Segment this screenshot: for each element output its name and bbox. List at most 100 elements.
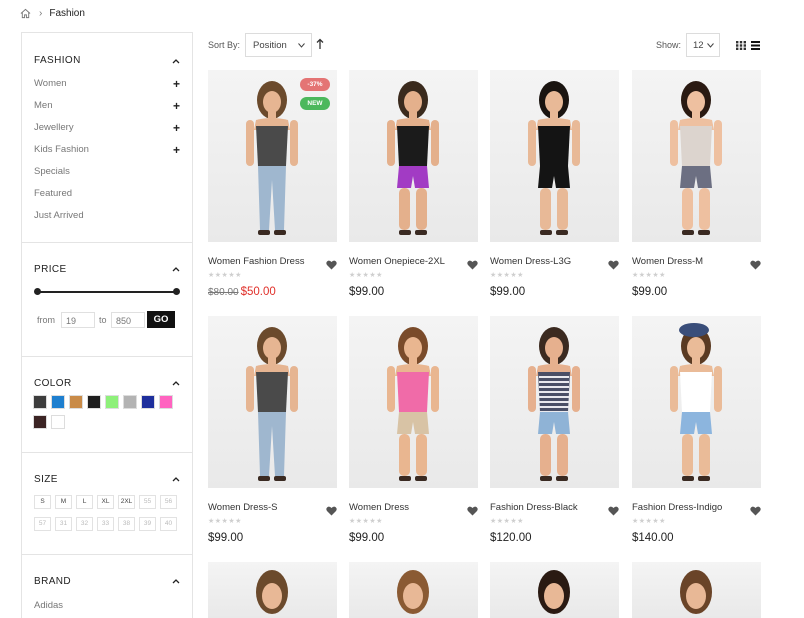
color-swatch[interactable] <box>33 395 47 409</box>
product-name[interactable]: Fashion Dress-Black <box>490 502 578 513</box>
size-option[interactable]: 40 <box>160 517 177 531</box>
list-view-icon[interactable] <box>751 41 760 50</box>
sort-direction-arrow-icon[interactable] <box>316 38 324 50</box>
category-item-featured[interactable]: Featured <box>34 188 180 202</box>
product-card[interactable]: Fashion Dress-Black ★★★★★ $120.00 <box>490 316 619 546</box>
product-name[interactable]: Women Dress-M <box>632 256 703 267</box>
heart-icon[interactable] <box>750 503 761 516</box>
sort-by-select[interactable]: Position <box>245 33 312 57</box>
size-option[interactable]: XL <box>97 495 114 509</box>
color-swatch[interactable] <box>51 395 65 409</box>
heart-icon[interactable] <box>608 503 619 516</box>
chevron-up-icon[interactable] <box>172 266 180 272</box>
color-swatch[interactable] <box>123 395 137 409</box>
size-option[interactable]: 2XL <box>118 495 135 509</box>
color-swatch[interactable] <box>51 415 65 429</box>
color-swatch[interactable] <box>141 395 155 409</box>
color-swatch[interactable] <box>105 395 119 409</box>
rating-stars: ★★★★★ <box>349 518 383 525</box>
product-image[interactable] <box>490 562 619 618</box>
plus-icon[interactable]: + <box>173 77 180 91</box>
brand-item-adidas[interactable]: Adidas <box>34 600 180 614</box>
sale-price: $50.00 <box>240 286 276 298</box>
chevron-down-icon <box>298 43 305 48</box>
size-option[interactable]: 33 <box>97 517 114 531</box>
grid-view-icon[interactable] <box>736 41 746 50</box>
product-name[interactable]: Women Onepiece-2XL <box>349 256 445 267</box>
rating-stars: ★★★★★ <box>349 272 383 279</box>
product-card[interactable]: Women Dress-S ★★★★★ $99.00 <box>208 316 337 546</box>
product-image[interactable] <box>490 70 619 242</box>
heart-icon[interactable] <box>326 503 337 516</box>
product-image[interactable] <box>208 316 337 488</box>
category-item-label: Jewellery <box>34 122 74 133</box>
product-name[interactable]: Women Dress-S <box>208 502 278 513</box>
category-item-men[interactable]: Men + <box>34 99 180 114</box>
size-option[interactable]: L <box>76 495 93 509</box>
product-image[interactable] <box>632 316 761 488</box>
product-name[interactable]: Women Dress <box>349 502 409 513</box>
price-slider-min-handle[interactable] <box>34 288 41 295</box>
color-swatch[interactable] <box>69 395 83 409</box>
category-item-jewellery[interactable]: Jewellery + <box>34 121 180 136</box>
chevron-up-icon[interactable] <box>172 476 180 482</box>
size-option[interactable]: 32 <box>76 517 93 531</box>
color-swatch[interactable] <box>33 415 47 429</box>
heart-icon[interactable] <box>326 257 337 270</box>
category-item-kids-fashion[interactable]: Kids Fashion + <box>34 143 180 158</box>
price-slider-max-handle[interactable] <box>173 288 180 295</box>
color-swatch[interactable] <box>159 395 173 409</box>
product-card[interactable]: Women Dress ★★★★★ $99.00 <box>349 316 478 546</box>
product-image[interactable] <box>349 70 478 242</box>
product-card[interactable]: -37% NEW Women Fashion Dress ★★★★★ $80.00 $50… <box>208 70 337 300</box>
price-from-input[interactable]: 19 <box>61 312 95 328</box>
show-count-select[interactable]: 12 <box>686 33 720 57</box>
color-swatch[interactable] <box>87 395 101 409</box>
product-name[interactable]: Fashion Dress-Indigo <box>632 502 722 513</box>
heart-icon[interactable] <box>750 257 761 270</box>
product-image[interactable] <box>490 316 619 488</box>
product-image[interactable] <box>632 562 761 618</box>
category-item-label: Kids Fashion <box>34 144 89 155</box>
heart-icon[interactable] <box>608 257 619 270</box>
chevron-up-icon[interactable] <box>172 578 180 584</box>
size-title: SIZE <box>34 474 58 485</box>
product-card[interactable]: Women Dress-M ★★★★★ $99.00 <box>632 70 761 300</box>
chevron-up-icon[interactable] <box>172 380 180 386</box>
size-option[interactable]: 57 <box>34 517 51 531</box>
price-to-input[interactable]: 850 <box>111 312 145 328</box>
price-slider-track[interactable] <box>37 291 177 293</box>
size-option[interactable]: 55 <box>139 495 156 509</box>
size-option[interactable]: M <box>55 495 72 509</box>
home-icon[interactable] <box>20 8 31 19</box>
size-option[interactable]: 31 <box>55 517 72 531</box>
category-item-specials[interactable]: Specials <box>34 166 180 180</box>
rating-stars: ★★★★★ <box>208 272 242 279</box>
product-card[interactable]: Women Onepiece-2XL ★★★★★ $99.00 <box>349 70 478 300</box>
brand-title: BRAND <box>34 576 72 587</box>
category-item-women[interactable]: Women + <box>34 77 180 92</box>
product-image[interactable] <box>208 562 337 618</box>
product-price: $80.00 $50.00 <box>208 286 276 298</box>
show-count-value: 12 <box>693 40 704 51</box>
plus-icon[interactable]: + <box>173 99 180 113</box>
product-image[interactable] <box>349 562 478 618</box>
product-card[interactable]: Women Dress-L3G ★★★★★ $99.00 <box>490 70 619 300</box>
product-name[interactable]: Women Dress-L3G <box>490 256 571 267</box>
size-option[interactable]: 39 <box>139 517 156 531</box>
product-card[interactable]: Fashion Dress-Indigo ★★★★★ $140.00 <box>632 316 761 546</box>
size-option[interactable]: 56 <box>160 495 177 509</box>
heart-icon[interactable] <box>467 503 478 516</box>
product-image[interactable] <box>349 316 478 488</box>
product-image[interactable] <box>208 70 337 242</box>
plus-icon[interactable]: + <box>173 121 180 135</box>
chevron-up-icon[interactable] <box>172 58 180 64</box>
size-option[interactable]: 38 <box>118 517 135 531</box>
size-option[interactable]: S <box>34 495 51 509</box>
product-image[interactable] <box>632 70 761 242</box>
price-go-button[interactable]: GO <box>147 311 175 328</box>
heart-icon[interactable] <box>467 257 478 270</box>
plus-icon[interactable]: + <box>173 143 180 157</box>
product-name[interactable]: Women Fashion Dress <box>208 256 304 267</box>
category-item-just-arrived[interactable]: Just Arrived <box>34 210 180 224</box>
